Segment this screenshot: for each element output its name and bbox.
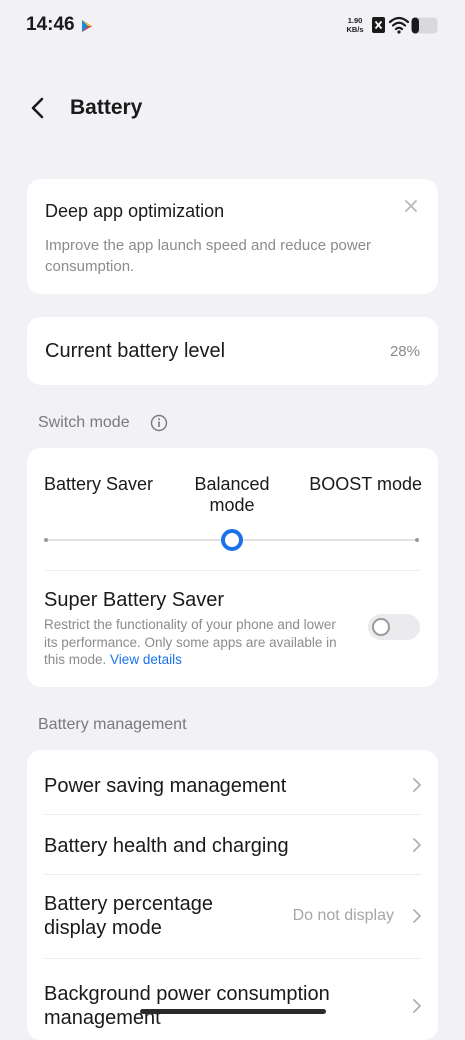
info-icon[interactable]	[150, 414, 168, 432]
slider-dot-left	[44, 538, 48, 542]
list-item-value: Do not display	[292, 907, 394, 924]
wifi-icon	[389, 16, 409, 34]
chevron-right-icon	[413, 838, 421, 852]
mode-option-boost[interactable]: BOOST mode	[309, 474, 422, 495]
network-speed-unit: KB/s	[346, 25, 364, 34]
battery-level-value: 28%	[389, 343, 420, 360]
network-speed-value: 1.90	[347, 16, 363, 25]
list-item-label: Background power consumption management	[44, 983, 330, 1029]
mode-option-balanced[interactable]: Balanced mode	[187, 474, 277, 516]
sim-icon	[372, 17, 385, 33]
battery-management-card: Power saving management Battery health a…	[27, 750, 438, 1040]
list-item-power-saving[interactable]: Power saving management	[27, 750, 438, 814]
super-battery-saver-text: Restrict the functionality of your phone…	[44, 617, 337, 667]
header: Battery	[0, 80, 465, 136]
battery-level-card: Current battery level 28%	[27, 317, 438, 385]
slider-dot-right	[415, 538, 419, 542]
optimization-card[interactable]: Deep app optimization Improve the app la…	[27, 179, 438, 294]
divider	[45, 570, 420, 571]
status-time: 14:46	[26, 14, 75, 35]
chevron-right-icon	[413, 778, 421, 792]
toggle-knob	[372, 618, 390, 636]
list-item-label: Power saving management	[44, 775, 287, 797]
chevron-left-icon[interactable]	[26, 94, 50, 122]
battery-icon	[411, 17, 438, 34]
list-item-label: Battery percentage display mode	[44, 893, 213, 939]
mode-option-battery-saver[interactable]: Battery Saver	[44, 474, 153, 495]
chevron-right-icon	[413, 999, 421, 1013]
optimization-description: Improve the app launch speed and reduce …	[45, 237, 372, 275]
chevron-right-icon	[413, 909, 421, 923]
page-title: Battery	[70, 96, 143, 119]
switch-mode-label: Switch mode	[38, 414, 130, 431]
list-item-background-power[interactable]: Background power consumption management	[27, 958, 438, 1040]
mode-slider-thumb[interactable]	[221, 529, 243, 551]
mode-card: Battery Saver Balanced mode BOOST mode S…	[27, 448, 438, 687]
network-speed: 1.90 KB/s	[344, 16, 366, 34]
view-details-link[interactable]: View details	[110, 652, 182, 667]
battery-management-label: Battery management	[38, 716, 187, 733]
play-store-icon	[82, 20, 92, 32]
super-battery-saver-title: Super Battery Saver	[44, 589, 225, 611]
list-item-label: Battery health and charging	[44, 835, 289, 857]
home-indicator[interactable]	[140, 1009, 326, 1014]
list-item-percentage-display[interactable]: Battery percentage display mode Do not d…	[27, 874, 438, 958]
super-battery-saver-toggle[interactable]	[368, 614, 420, 640]
list-item-battery-health[interactable]: Battery health and charging	[27, 814, 438, 874]
super-battery-saver-description: Restrict the functionality of your phone…	[44, 616, 344, 669]
battery-level-label: Current battery level	[45, 340, 226, 362]
close-icon[interactable]	[404, 199, 418, 213]
status-bar: 14:46 1.90 KB/s	[0, 0, 465, 52]
optimization-title: Deep app optimization	[45, 201, 225, 221]
